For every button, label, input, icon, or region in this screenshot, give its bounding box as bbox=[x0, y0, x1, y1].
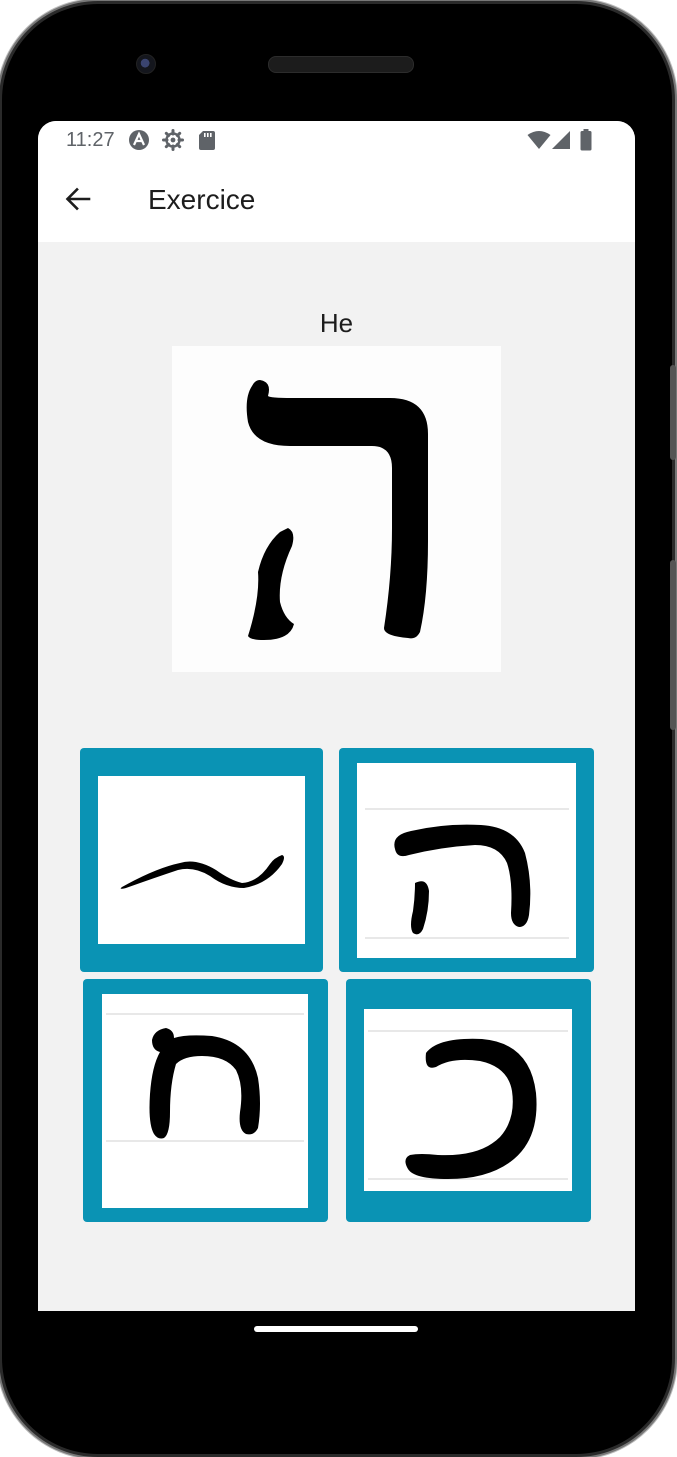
answer-choice-image bbox=[98, 776, 305, 944]
status-time: 11:27 bbox=[66, 129, 115, 151]
arrow-back-icon bbox=[64, 185, 92, 213]
app-screen: 11:27 Exercice He bbox=[38, 121, 635, 1311]
home-indicator[interactable] bbox=[254, 1326, 418, 1332]
battery-icon bbox=[580, 129, 592, 151]
handwritten-wave-glyph bbox=[120, 855, 285, 889]
handwritten-kaf-glyph bbox=[368, 1030, 568, 1180]
page-title: Exercice bbox=[148, 184, 256, 215]
front-camera bbox=[136, 54, 156, 74]
answer-choice-image bbox=[102, 994, 308, 1208]
sd-card-icon bbox=[198, 129, 216, 151]
answer-choice-2[interactable] bbox=[339, 748, 594, 972]
earpiece-speaker bbox=[268, 56, 414, 73]
status-bar: 11:27 bbox=[38, 121, 635, 161]
letter-name: He bbox=[319, 308, 354, 338]
volume-button bbox=[670, 560, 676, 730]
page: 11:27 Exercice He bbox=[0, 0, 677, 1457]
letter-image bbox=[172, 346, 501, 672]
answer-choice-image bbox=[357, 763, 576, 958]
answer-choice-4[interactable] bbox=[346, 979, 591, 1222]
settings-icon bbox=[162, 129, 184, 151]
signal-icon bbox=[551, 130, 571, 150]
answer-choice-image bbox=[364, 1009, 572, 1191]
handwritten-het-glyph bbox=[106, 1013, 304, 1142]
answer-choice-3[interactable] bbox=[83, 979, 328, 1222]
wifi-icon bbox=[527, 130, 551, 150]
answer-choice-1[interactable] bbox=[80, 748, 323, 972]
back-button[interactable] bbox=[58, 179, 98, 219]
hebrew-letter-he-glyph bbox=[246, 380, 428, 640]
handwritten-he-glyph bbox=[365, 808, 569, 939]
app-a-icon bbox=[128, 129, 150, 151]
app-header: Exercice bbox=[38, 161, 635, 242]
power-button bbox=[670, 365, 676, 460]
